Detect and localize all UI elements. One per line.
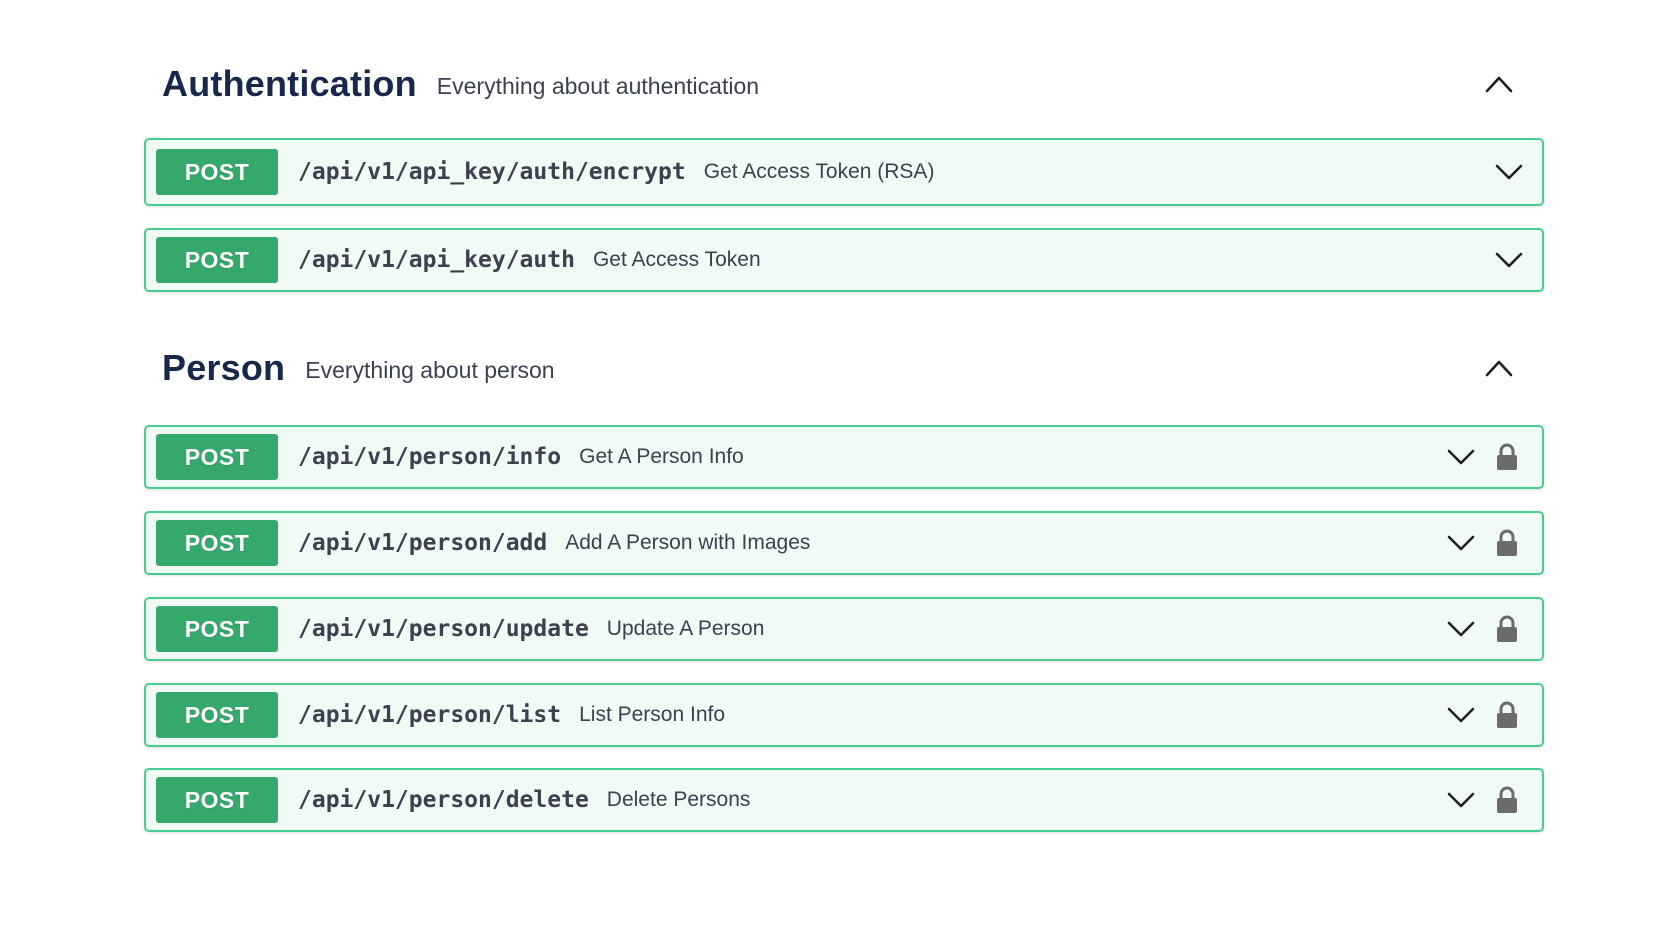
lock-icon[interactable] <box>1492 698 1522 732</box>
operation-path: /api/v1/person/add <box>298 530 548 556</box>
operation-controls <box>1444 783 1522 817</box>
operation-row[interactable]: POST /api/v1/person/add Add A Person wit… <box>144 511 1544 575</box>
section-description: Everything about person <box>305 356 555 383</box>
operation-controls <box>1444 612 1522 646</box>
operation-row[interactable]: POST /api/v1/person/info Get A Person In… <box>144 425 1544 489</box>
method-badge: POST <box>156 520 278 566</box>
api-docs-page: Authentication Everything about authenti… <box>0 0 1659 948</box>
operation-summary: Get Access Token <box>592 248 761 271</box>
chevron-down-icon[interactable] <box>1444 700 1478 730</box>
section-person: Person Everything about person <box>144 338 1544 398</box>
operation-row[interactable]: POST /api/v1/api_key/auth/encrypt Get Ac… <box>144 138 1544 206</box>
operation-path: /api/v1/person/info <box>298 444 562 470</box>
section-title: Person <box>162 347 286 388</box>
operation-summary: Get A Person Info <box>579 445 744 468</box>
operation-path: /api/v1/person/update <box>298 616 589 642</box>
lock-icon[interactable] <box>1492 783 1522 817</box>
operation-summary: Update A Person <box>606 617 765 640</box>
chevron-up-icon[interactable] <box>1482 68 1516 100</box>
chevron-down-icon[interactable] <box>1492 245 1526 275</box>
lock-icon[interactable] <box>1492 526 1522 560</box>
lock-icon[interactable] <box>1492 440 1522 474</box>
operation-row[interactable]: POST /api/v1/person/list List Person Inf… <box>144 683 1544 747</box>
section-header-authentication[interactable]: Authentication Everything about authenti… <box>144 54 1544 114</box>
lock-icon[interactable] <box>1492 612 1522 646</box>
chevron-down-icon[interactable] <box>1444 442 1478 472</box>
section-authentication: Authentication Everything about authenti… <box>144 54 1544 114</box>
method-badge: POST <box>156 692 278 738</box>
method-badge: POST <box>156 434 278 480</box>
section-header-person[interactable]: Person Everything about person <box>144 338 1544 398</box>
section-title: Authentication <box>162 63 417 104</box>
operation-controls <box>1444 440 1522 474</box>
method-badge: POST <box>156 606 278 652</box>
chevron-down-icon[interactable] <box>1444 785 1478 815</box>
chevron-down-icon[interactable] <box>1444 528 1478 558</box>
chevron-up-icon[interactable] <box>1482 352 1516 384</box>
operation-path: /api/v1/api_key/auth/encrypt <box>298 159 686 185</box>
operation-summary: List Person Info <box>579 703 726 726</box>
operation-controls <box>1444 526 1522 560</box>
chevron-down-icon[interactable] <box>1444 614 1478 644</box>
method-badge: POST <box>156 777 278 823</box>
chevron-down-icon[interactable] <box>1492 157 1526 187</box>
operation-controls <box>1492 157 1526 187</box>
method-badge: POST <box>156 237 278 283</box>
operation-controls <box>1492 245 1526 275</box>
operation-row[interactable]: POST /api/v1/person/delete Delete Person… <box>144 768 1544 832</box>
operation-summary: Get Access Token (RSA) <box>703 160 935 183</box>
operation-row[interactable]: POST /api/v1/api_key/auth Get Access Tok… <box>144 228 1544 292</box>
operation-controls <box>1444 698 1522 732</box>
method-badge: POST <box>156 149 278 195</box>
section-description: Everything about authentication <box>436 72 760 99</box>
operation-summary: Delete Persons <box>606 788 751 811</box>
operation-row[interactable]: POST /api/v1/person/update Update A Pers… <box>144 597 1544 661</box>
operation-path: /api/v1/person/list <box>298 702 562 728</box>
operation-summary: Add A Person with Images <box>565 531 811 554</box>
operation-path: /api/v1/person/delete <box>298 787 589 813</box>
operation-path: /api/v1/api_key/auth <box>298 247 575 273</box>
